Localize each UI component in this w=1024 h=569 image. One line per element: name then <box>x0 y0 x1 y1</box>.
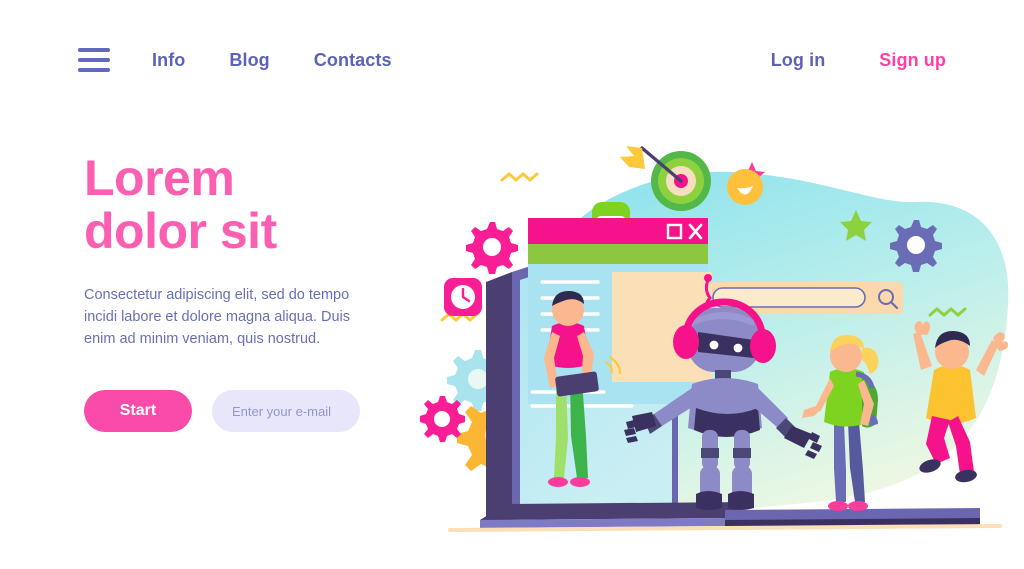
nav-right-group: Log in Sign up <box>717 50 946 71</box>
cta-row: Start <box>84 390 414 432</box>
hero-illustration <box>420 130 1020 550</box>
clock-icon <box>444 278 482 316</box>
email-input[interactable] <box>212 390 360 432</box>
login-link[interactable]: Log in <box>771 50 826 71</box>
squiggle-yellow <box>500 172 539 182</box>
hamburger-bar-3 <box>78 68 110 72</box>
nav-link-blog[interactable]: Blog <box>229 50 269 71</box>
hamburger-menu-icon[interactable] <box>78 48 110 72</box>
hero-paragraph: Consectetur adipiscing elit, sed do temp… <box>84 287 350 347</box>
gear-pink-small-icon <box>420 396 465 442</box>
nav-left-group: Info Blog Contacts <box>78 48 436 72</box>
nav-link-contacts[interactable]: Contacts <box>314 50 392 71</box>
top-navigation-bar: Info Blog Contacts Log in Sign up <box>0 0 1024 120</box>
hero-section: Lorem dolor sit Consectetur adipiscing e… <box>84 152 414 432</box>
gear-purple-icon <box>890 220 942 272</box>
page-title-line-2: dolor sit <box>84 203 277 259</box>
page-title: Lorem dolor sit <box>84 152 414 258</box>
hamburger-bar-2 <box>78 58 110 62</box>
landing-page: Info Blog Contacts Log in Sign up Lorem … <box>0 0 1024 569</box>
hamburger-bar-1 <box>78 48 110 52</box>
page-title-line-1: Lorem <box>84 150 235 206</box>
signup-link[interactable]: Sign up <box>879 50 946 71</box>
gear-pink-large-icon <box>466 222 518 274</box>
start-button[interactable]: Start <box>84 390 192 432</box>
smiley-icon <box>727 169 763 205</box>
nav-link-info[interactable]: Info <box>152 50 185 71</box>
